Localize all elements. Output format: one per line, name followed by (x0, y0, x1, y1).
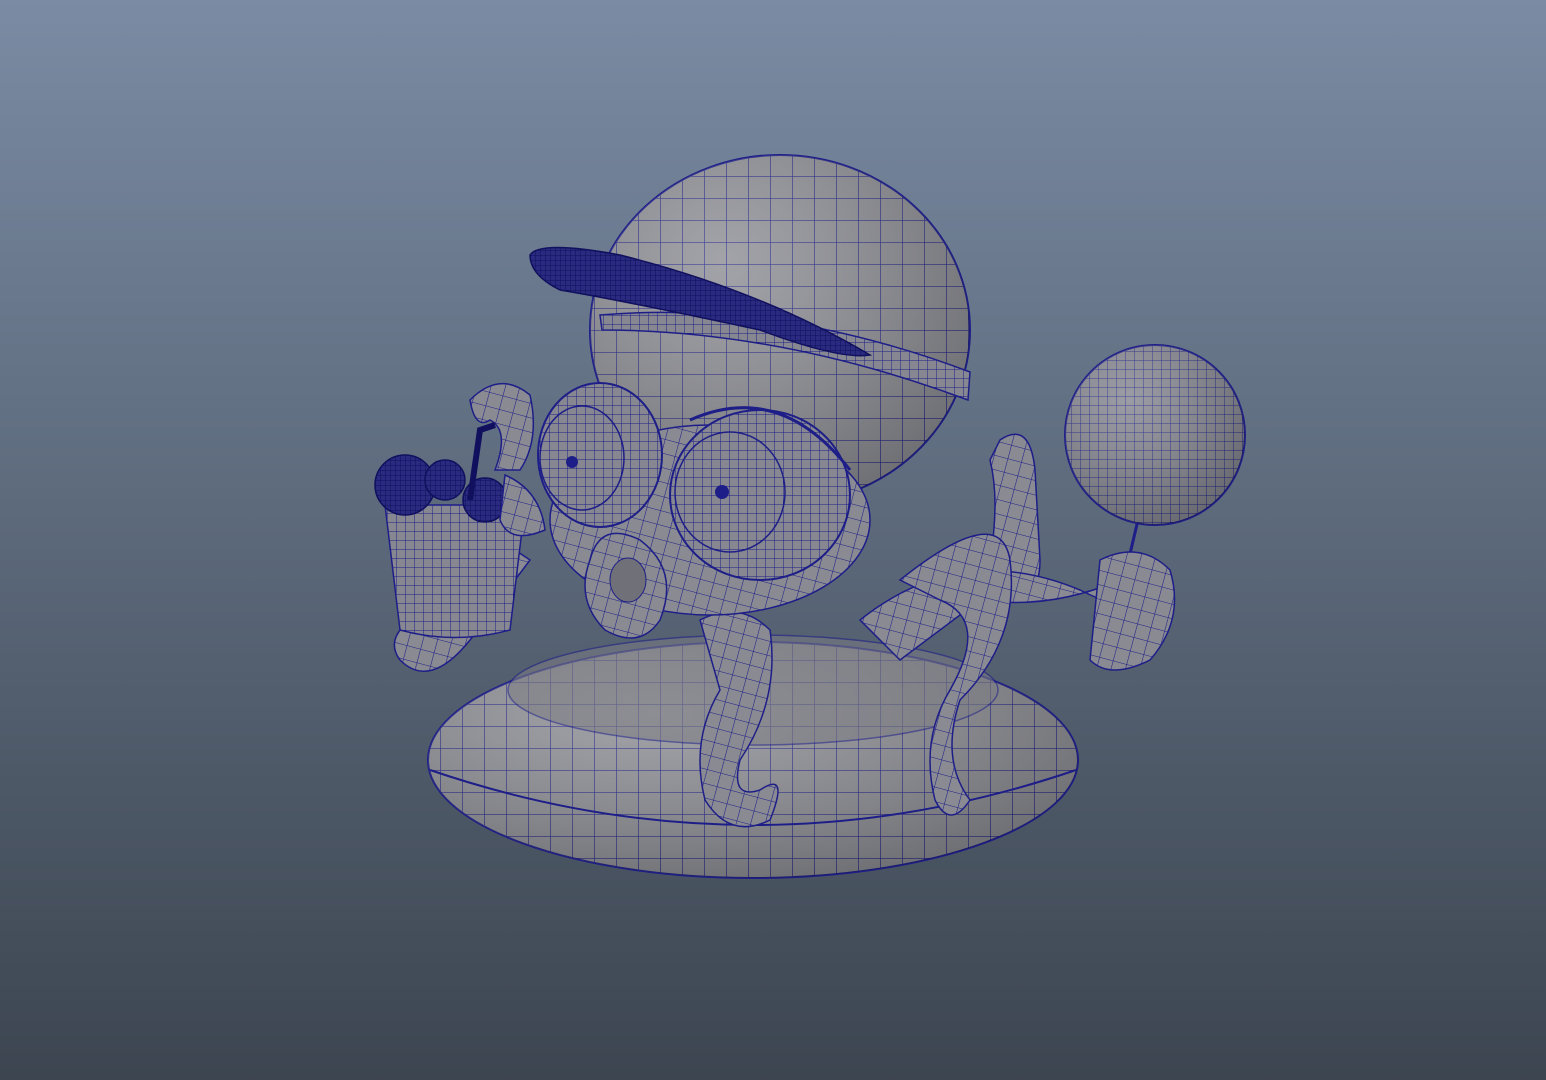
viewport-canvas[interactable] (0, 0, 1546, 1080)
maya-viewport[interactable] (0, 0, 1546, 1080)
